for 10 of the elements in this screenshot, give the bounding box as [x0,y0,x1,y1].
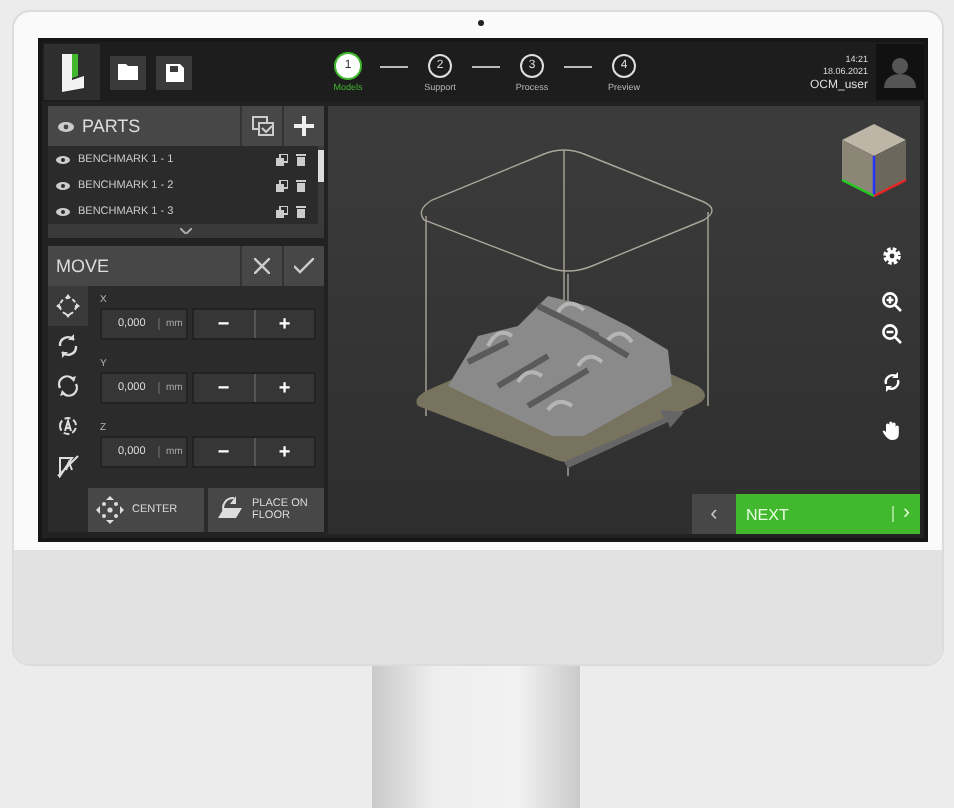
decrement-button[interactable]: − [194,374,255,402]
decrement-button[interactable]: − [194,438,255,466]
panel-title: PARTS [82,116,141,136]
decrement-button[interactable]: − [194,310,255,338]
increment-button[interactable]: + [255,438,314,466]
back-button[interactable]: ‹ [692,494,736,534]
3d-viewport[interactable]: ‹ NEXT › [328,106,920,534]
increment-button[interactable]: + [255,374,314,402]
panel-title: MOVE [56,256,110,276]
increment-button[interactable]: + [255,310,314,338]
